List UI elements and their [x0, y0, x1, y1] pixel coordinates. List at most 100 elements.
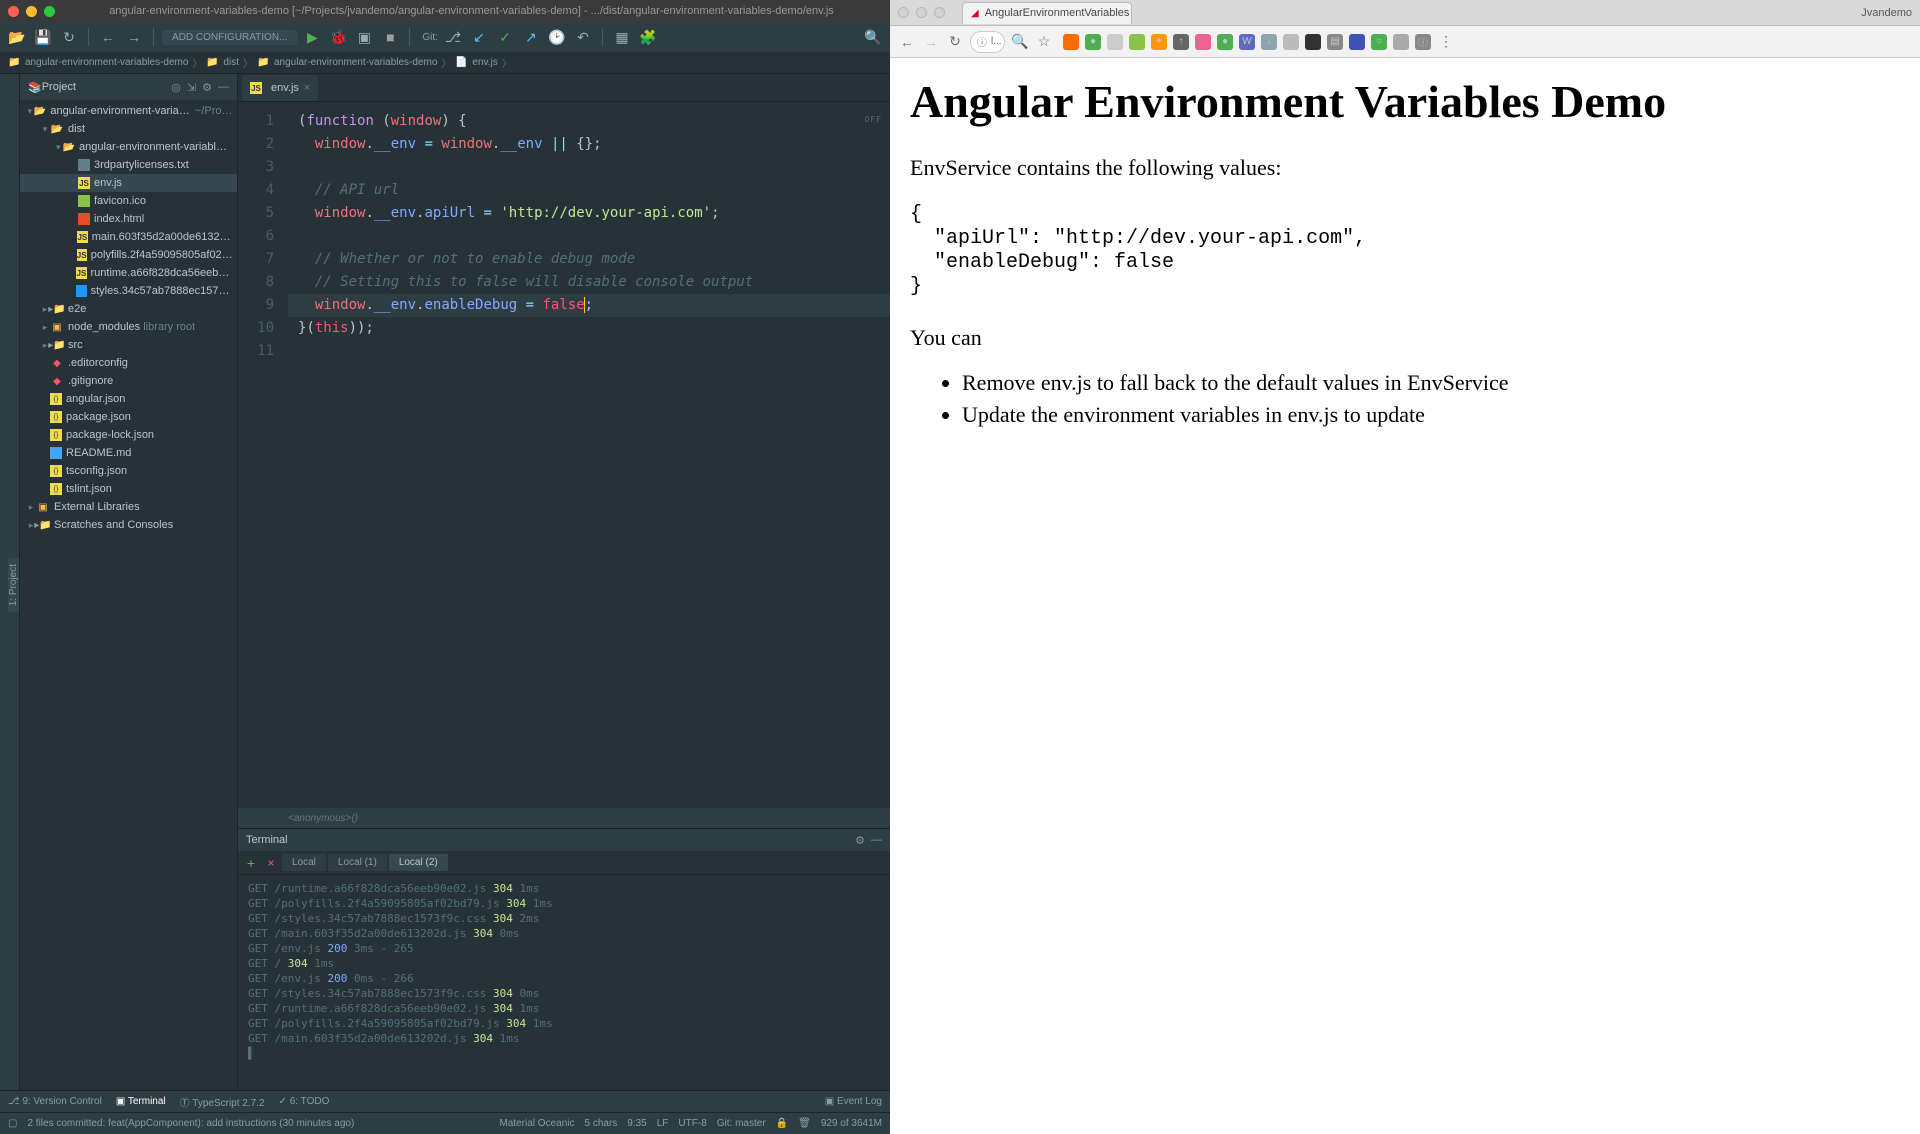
window-icon[interactable]: ▢ — [8, 1118, 17, 1129]
tree-row[interactable]: ▾📂dist — [20, 120, 237, 138]
close-tab-icon[interactable]: × — [304, 82, 310, 94]
ext-icon[interactable] — [1283, 34, 1299, 50]
ext-icon[interactable]: ✦ — [1151, 34, 1167, 50]
tree-row[interactable]: {}tslint.json — [20, 480, 237, 498]
code-area[interactable]: (function (window) { window.__env = wind… — [288, 102, 890, 808]
back-icon[interactable]: ← — [898, 34, 916, 50]
zoom-window-icon[interactable] — [44, 6, 55, 17]
branch-icon[interactable]: ⎇ — [442, 26, 464, 48]
coverage-icon[interactable]: ▣ — [353, 26, 375, 48]
extension-icon[interactable]: 🧩 — [637, 26, 659, 48]
ext-icon[interactable] — [1063, 34, 1079, 50]
tree-row[interactable]: JSenv.js — [20, 174, 237, 192]
target-icon[interactable]: ◎ — [171, 81, 181, 94]
line-ending[interactable]: LF — [657, 1118, 669, 1129]
close-window-icon[interactable] — [8, 6, 19, 17]
tree-row[interactable]: {}tsconfig.json — [20, 462, 237, 480]
todo-tab[interactable]: ✓ 6: TODO — [279, 1096, 330, 1107]
tree-row[interactable]: README.md — [20, 444, 237, 462]
tree-arrow-icon[interactable]: ▾ — [54, 142, 63, 153]
ext-icon[interactable]: ↑ — [1173, 34, 1189, 50]
debug-icon[interactable]: 🐞 — [327, 26, 349, 48]
ext-icon[interactable]: ⓘ — [1415, 34, 1431, 50]
ext-icon[interactable] — [1349, 34, 1365, 50]
tree-row[interactable]: {}package-lock.json — [20, 426, 237, 444]
memory-indicator[interactable]: 929 of 3641M — [821, 1118, 882, 1129]
hide-panel-icon[interactable]: — — [218, 81, 229, 93]
collapse-icon[interactable]: ⇲ — [187, 81, 196, 94]
close-terminal-icon[interactable]: × — [262, 856, 280, 870]
pull-icon[interactable]: ↙ — [468, 26, 490, 48]
stop-icon[interactable]: ■ — [379, 26, 401, 48]
hide-panel-icon[interactable]: — — [871, 834, 882, 846]
ext-icon[interactable] — [1305, 34, 1321, 50]
ext-icon[interactable]: ● — [1085, 34, 1101, 50]
gear-icon[interactable]: ⚙ — [202, 81, 212, 94]
run-icon[interactable]: ▶ — [301, 26, 323, 48]
git-branch[interactable]: Git: master — [717, 1118, 766, 1129]
forward-icon[interactable]: → — [123, 26, 145, 48]
back-icon[interactable]: ← — [97, 26, 119, 48]
minimize-window-icon[interactable] — [26, 6, 37, 17]
browser-tab[interactable]: ◢ AngularEnvironmentVariables × — [962, 2, 1132, 24]
trash-icon[interactable]: 🗑 — [798, 1118, 811, 1129]
commit-icon[interactable]: ✓ — [494, 26, 516, 48]
terminal-tab[interactable]: ▣ Terminal — [116, 1096, 166, 1107]
ext-icon[interactable]: ○ — [1371, 34, 1387, 50]
theme-indicator[interactable]: Material Oceanic — [499, 1118, 574, 1129]
typescript-tab[interactable]: Ⓣ TypeScript 2.7.2 — [180, 1094, 265, 1109]
zoom-window-icon[interactable] — [934, 7, 945, 18]
project-tab[interactable]: 1: Project — [8, 558, 19, 612]
breadcrumb-seg[interactable]: angular-environment-variables-demo — [274, 57, 437, 68]
zoom-icon[interactable]: 🔍 — [1011, 33, 1029, 50]
vcs-tab[interactable]: ⎇ 9: Version Control — [8, 1096, 102, 1107]
tree-row[interactable]: {}package.json — [20, 408, 237, 426]
tree-row[interactable]: ▾📂angular-environment-variables-demo ~/P… — [20, 102, 237, 120]
tree-row[interactable]: ◆.editorconfig — [20, 354, 237, 372]
search-icon[interactable]: 🔍 — [862, 26, 884, 48]
encoding[interactable]: UTF-8 — [678, 1118, 706, 1129]
save-icon[interactable]: 💾 — [32, 26, 54, 48]
ext-icon[interactable]: W — [1239, 34, 1255, 50]
gear-icon[interactable]: ⚙ — [855, 834, 865, 847]
star-icon[interactable]: ☆ — [1035, 33, 1053, 50]
tree-row[interactable]: ▸▸📁src — [20, 336, 237, 354]
event-log-tab[interactable]: ▣ Event Log — [825, 1096, 882, 1107]
tree-row[interactable]: ◆.gitignore — [20, 372, 237, 390]
refresh-icon[interactable]: ↻ — [58, 26, 80, 48]
ext-icon[interactable]: ▤ — [1327, 34, 1343, 50]
ext-icon[interactable]: ● — [1217, 34, 1233, 50]
tree-arrow-icon[interactable]: ▸ — [26, 502, 36, 513]
tree-row[interactable]: JSruntime.a66f828dca56eeb90e02.js — [20, 264, 237, 282]
tree-row[interactable]: {}angular.json — [20, 390, 237, 408]
tree-row[interactable]: ▸▣node_modules library root — [20, 318, 237, 336]
open-icon[interactable]: 📂 — [6, 26, 28, 48]
terminal-tab[interactable]: Local (1) — [328, 854, 387, 871]
push-icon[interactable]: ↗ — [520, 26, 542, 48]
breadcrumb-seg[interactable]: env.js — [472, 57, 497, 68]
tree-row[interactable]: ▸▣External Libraries — [20, 498, 237, 516]
tree-row[interactable]: styles.34c57ab7888ec1573f9c.css — [20, 282, 237, 300]
tree-row[interactable]: 3rdpartylicenses.txt — [20, 156, 237, 174]
reload-icon[interactable]: ↻ — [946, 33, 964, 50]
terminal-tab[interactable]: Local — [282, 854, 326, 871]
ext-icon[interactable] — [1107, 34, 1123, 50]
tree-row[interactable]: ▸▸📁e2e — [20, 300, 237, 318]
ext-icon[interactable] — [1195, 34, 1211, 50]
tree-arrow-icon[interactable]: ▾ — [40, 124, 50, 135]
breadcrumb-seg[interactable]: dist — [223, 57, 239, 68]
run-config-dropdown[interactable]: ADD CONFIGURATION... — [162, 30, 297, 45]
ext-icon[interactable] — [1393, 34, 1409, 50]
tree-row[interactable]: ▸▸📁Scratches and Consoles — [20, 516, 237, 534]
tree-arrow-icon[interactable]: ▸ — [40, 322, 50, 333]
add-terminal-icon[interactable]: + — [242, 855, 260, 871]
terminal-output[interactable]: GET /runtime.a66f828dca56eeb90e02.js 304… — [238, 875, 890, 1090]
tree-row[interactable]: index.html — [20, 210, 237, 228]
lock-icon[interactable]: 🔒 — [776, 1118, 788, 1129]
structure-icon[interactable]: ▦ — [611, 26, 633, 48]
profile-name[interactable]: Jvandemo — [1861, 7, 1912, 19]
terminal-tab[interactable]: Local (2) — [389, 854, 448, 871]
ext-icon[interactable] — [1129, 34, 1145, 50]
code-editor[interactable]: OFF 1234567891011 (function (window) { w… — [238, 102, 890, 808]
close-window-icon[interactable] — [898, 7, 909, 18]
